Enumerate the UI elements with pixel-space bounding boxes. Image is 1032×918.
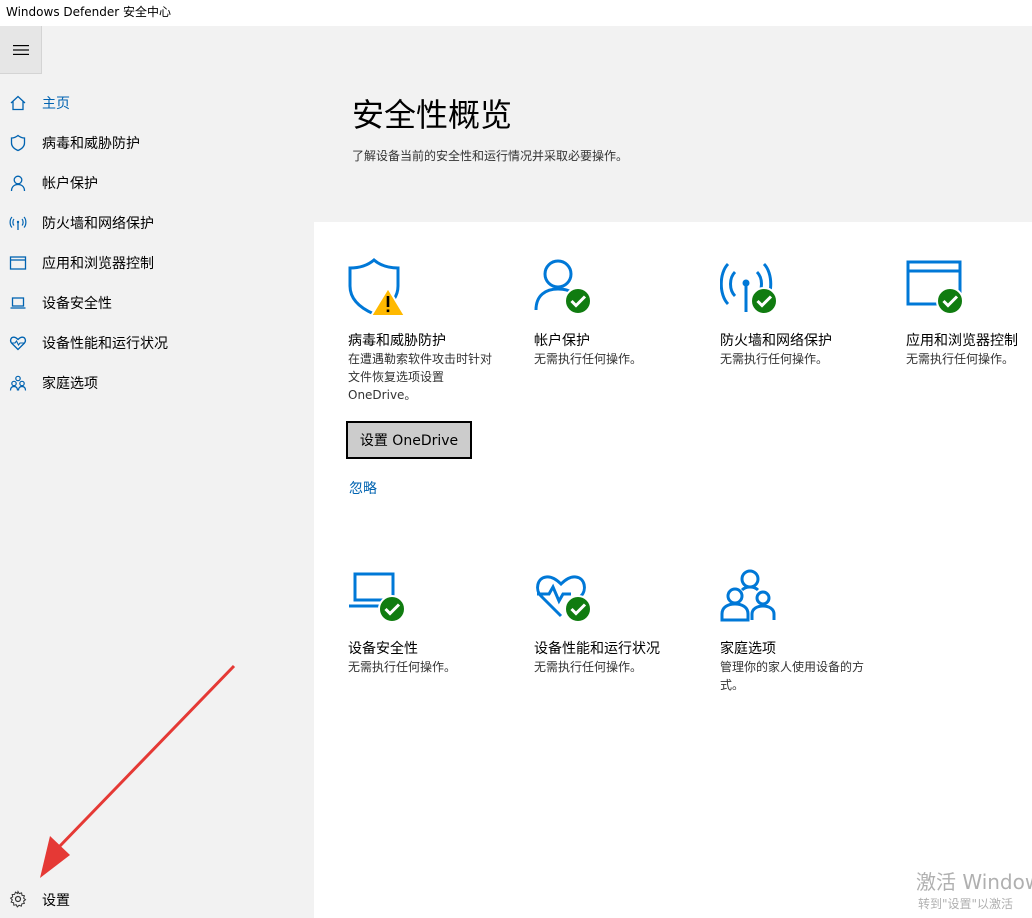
wireless-check-icon xyxy=(719,258,780,318)
hamburger-icon xyxy=(12,44,29,55)
sidebar-nav: 主页 病毒和威胁防护 帐户保护 防火墙和网络保护 应用和浏览器控制 设备安全性 … xyxy=(0,82,314,402)
person-icon xyxy=(9,174,27,192)
sidebar-item-virus-protection[interactable]: 病毒和威胁防护 xyxy=(0,122,314,162)
activation-watermark-title: 激活 Windows xyxy=(916,870,1032,894)
family-icon xyxy=(9,374,27,392)
home-icon xyxy=(9,94,27,112)
tile-description: 无需执行任何操作。 xyxy=(906,350,1032,368)
tile-title: 应用和浏览器控制 xyxy=(906,333,1018,349)
tile-description: 管理你的家人使用设备的方 式。 xyxy=(720,658,900,694)
tile-description: 无需执行任何操作。 xyxy=(534,350,714,368)
page-header: 安全性概览 了解设备当前的安全性和运行情况并采取必要操作。 xyxy=(314,26,1032,222)
tile-title: 家庭选项 xyxy=(720,641,776,657)
sidebar-item-settings[interactable]: 设置 xyxy=(0,882,314,916)
sidebar-item-account-protection[interactable]: 帐户保护 xyxy=(0,162,314,202)
family-icon xyxy=(720,566,780,626)
browser-window-check-icon xyxy=(906,258,966,318)
tile-desc-line: 无需执行任何操作。 xyxy=(906,352,1015,366)
tile-family-options[interactable]: 家庭选项 管理你的家人使用设备的方 式。 xyxy=(720,566,900,694)
sidebar-item-firewall[interactable]: 防火墙和网络保护 xyxy=(0,202,314,242)
setup-onedrive-button[interactable]: 设置 OneDrive xyxy=(346,421,472,459)
sidebar-item-label: 设备性能和运行状况 xyxy=(42,336,168,352)
tile-desc-line: 无需执行任何操作。 xyxy=(534,660,643,674)
sidebar-item-label: 主页 xyxy=(42,96,70,112)
tile-title: 帐户保护 xyxy=(534,333,590,349)
sidebar-item-label: 帐户保护 xyxy=(42,176,98,192)
tile-desc-line: 无需执行任何操作。 xyxy=(348,660,457,674)
tile-firewall[interactable]: 防火墙和网络保护 无需执行任何操作。 xyxy=(719,258,900,368)
sidebar-item-label: 家庭选项 xyxy=(42,376,98,392)
tile-desc-line: 管理你的家人使用设备的方 xyxy=(720,660,865,674)
tile-title: 病毒和威胁防护 xyxy=(348,333,446,349)
shield-warning-icon xyxy=(348,258,408,318)
settings-label: 设置 xyxy=(42,893,70,909)
activation-watermark-hint: 转到"设置"以激活 xyxy=(918,897,1014,911)
tile-desc-line: 文件恢复选项设置 xyxy=(348,370,445,384)
tile-title: 防火墙和网络保护 xyxy=(720,333,832,349)
sidebar-item-device-performance[interactable]: 设备性能和运行状况 xyxy=(0,322,314,362)
tile-title: 设备性能和运行状况 xyxy=(534,641,660,657)
window-title: Windows Defender 安全中心 xyxy=(6,5,171,19)
title-bar: Windows Defender 安全中心 xyxy=(0,0,1032,26)
tile-desc-line: 式。 xyxy=(720,678,745,692)
heart-icon xyxy=(9,334,27,352)
sidebar-item-home[interactable]: 主页 xyxy=(0,82,314,122)
tile-desc-line: 无需执行任何操作。 xyxy=(534,352,643,366)
page-subtitle: 了解设备当前的安全性和运行情况并采取必要操作。 xyxy=(352,149,629,163)
browser-window-icon xyxy=(9,254,27,272)
wireless-icon xyxy=(9,214,27,232)
sidebar-item-app-browser-control[interactable]: 应用和浏览器控制 xyxy=(0,242,314,282)
ignore-link[interactable]: 忽略 xyxy=(349,478,377,498)
sidebar-item-device-security[interactable]: 设备安全性 xyxy=(0,282,314,322)
sidebar-item-family-options[interactable]: 家庭选项 xyxy=(0,362,314,402)
sidebar-item-label: 防火墙和网络保护 xyxy=(42,216,154,232)
tile-account-protection[interactable]: 帐户保护 无需执行任何操作。 xyxy=(534,258,714,368)
main-content: 病毒和威胁防护 在遭遇勒索软件攻击时针对 文件恢复选项设置 OneDrive。 … xyxy=(314,222,1032,918)
sidebar-item-label: 设备安全性 xyxy=(42,296,112,312)
tile-title: 设备安全性 xyxy=(348,641,418,657)
heart-check-icon xyxy=(534,566,594,626)
gear-icon xyxy=(9,890,27,908)
tile-desc-line: 无需执行任何操作。 xyxy=(720,352,829,366)
tile-virus-protection[interactable]: 病毒和威胁防护 在遭遇勒索软件攻击时针对 文件恢复选项设置 OneDrive。 xyxy=(348,258,528,404)
tile-description: 无需执行任何操作。 xyxy=(348,658,528,676)
sidebar-item-label: 应用和浏览器控制 xyxy=(42,256,154,272)
sidebar: 主页 病毒和威胁防护 帐户保护 防火墙和网络保护 应用和浏览器控制 设备安全性 … xyxy=(0,26,314,918)
laptop-check-icon xyxy=(348,566,408,626)
tile-desc-line: OneDrive。 xyxy=(348,388,417,402)
laptop-icon xyxy=(9,294,27,312)
tile-device-security[interactable]: 设备安全性 无需执行任何操作。 xyxy=(348,566,528,676)
tile-device-performance[interactable]: 设备性能和运行状况 无需执行任何操作。 xyxy=(534,566,714,676)
tile-desc-line: 在遭遇勒索软件攻击时针对 xyxy=(348,352,493,366)
sidebar-item-label: 病毒和威胁防护 xyxy=(42,136,140,152)
person-check-icon xyxy=(534,258,594,318)
tile-app-browser-control[interactable]: 应用和浏览器控制 无需执行任何操作。 xyxy=(906,258,1032,368)
shield-icon xyxy=(9,134,27,152)
tile-description: 在遭遇勒索软件攻击时针对 文件恢复选项设置 OneDrive。 xyxy=(348,350,528,404)
tile-description: 无需执行任何操作。 xyxy=(534,658,714,676)
hamburger-menu-button[interactable] xyxy=(0,26,42,74)
tile-description: 无需执行任何操作。 xyxy=(720,350,900,368)
page-title: 安全性概览 xyxy=(352,96,513,134)
